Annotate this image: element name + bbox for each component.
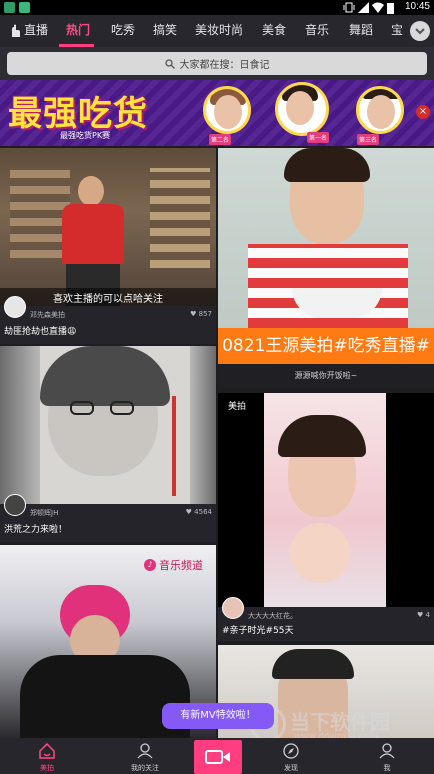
author-name[interactable]: 郑顿辉JH [30,508,58,518]
status-icons [343,1,394,14]
heart-icon: ♥ [185,508,195,516]
wifi-icon [372,2,384,13]
video-description: 劫匪抢劫也直播😩 [4,327,77,337]
music-channel-label: 音乐频道 [159,559,203,572]
status-bar: 10:45 [0,0,434,15]
banner-close-button[interactable]: × [416,105,430,119]
banner-subtitle: 最强吃货PK赛 [60,131,111,140]
search-placeholder: 大家都在搜：日食记 [179,60,270,71]
like-count: ♥ 4564 [186,508,212,516]
expand-categories-button[interactable] [410,21,430,41]
video-meta: 郑顿辉JH ♥ 4564 洪荒之力来啦！ [0,494,216,542]
author-name[interactable]: 邓先森美拍 [30,310,65,320]
chevron-down-icon [415,28,425,35]
close-icon: × [418,106,428,117]
meipai-watermark: 美拍 [228,402,247,412]
video-card[interactable]: 郑顿辉JH ♥ 4564 洪荒之力来啦！ [0,346,216,542]
signal-icon [358,2,369,13]
nav-discover[interactable]: 发现 [256,738,326,774]
video-meta: 邓先森美拍 ♥ 857 劫匪抢劫也直播😩 [0,296,216,344]
tab-live[interactable]: 直播 [24,15,48,47]
banner-avatar-3 [356,86,404,134]
video-card[interactable]: 美拍 大大大大红花。 ♥ 4 #亲子时光#55天 [218,393,434,641]
avatar[interactable] [4,494,26,516]
heart-icon: ♥ [417,611,426,619]
music-icon: ♪ [144,559,156,571]
video-overlay-text: 喜欢主播的可以点哈关注 [0,288,216,307]
like-count-value: 857 [198,310,212,318]
nav-me[interactable]: 我 [352,738,422,774]
battery-icon [387,2,394,14]
category-tabs: 直播 热门 吃秀 搞笑 美妆时尚 美食 音乐 舞蹈 宝 [0,15,434,47]
live-hand-icon [12,24,20,37]
search-icon [164,58,175,69]
banner-rank-2: 第二名 [209,134,232,145]
app-notification-icon-2 [19,2,30,13]
tab-dance[interactable]: 舞蹈 [349,15,373,47]
banner-title: 最强吃货 [8,94,148,134]
like-count: ♥ 857 [190,310,212,318]
music-channel-badge: ♪ 音乐频道 [140,557,207,573]
compass-icon [283,743,299,759]
video-card[interactable]: 0821王源美拍#吃秀直播# 源源喊你开饭啦~ [218,148,434,388]
author-name[interactable]: 大大大大红花。 [248,611,297,621]
banner-avatar-2 [203,86,251,134]
nav-label: 美拍 [40,764,54,772]
video-description: #亲子时光#55天 [222,626,294,636]
banner-avatar-1 [275,82,329,136]
nav-label: 发现 [284,764,298,772]
video-thumbnail: 美拍 [218,393,434,607]
promo-banner[interactable]: 最强吃货 最强吃货PK赛 第二名 第一名 第三名 × [0,80,434,146]
search-input[interactable]: 大家都在搜：日食记 [7,52,427,75]
banner-rank-1: 第一名 [307,132,330,143]
video-card[interactable]: 喜欢主播的可以点哈关注 邓先森美拍 ♥ 857 劫匪抢劫也直播😩 [0,148,216,344]
banner-rank-3: 第三名 [357,134,380,145]
like-count-value: 4 [425,611,430,619]
video-meta: 大大大大红花。 ♥ 4 #亲子时光#55天 [218,597,434,641]
profile-icon [379,743,395,759]
search-area: 大家都在搜：日食记 [0,47,434,80]
nav-following[interactable]: 我的关注 [110,738,180,774]
tab-baby[interactable]: 宝 [391,15,403,47]
app-notification-icon [4,2,15,13]
like-count-value: 4564 [194,508,212,516]
status-time: 10:45 [404,1,430,12]
nav-label: 我的关注 [131,764,159,772]
video-camera-icon [205,750,230,764]
tab-beauty-fashion[interactable]: 美妆时尚 [195,15,243,47]
tab-funny[interactable]: 搞笑 [153,15,177,47]
video-title-banner: 0821王源美拍#吃秀直播# [218,328,434,364]
avatar[interactable] [222,597,244,619]
like-count: ♥ 4 [417,611,430,619]
home-icon [39,743,55,759]
video-description: 源源喊你开饭啦~ [294,371,358,380]
heart-icon: ♥ [190,310,199,318]
nav-label: 我 [383,764,391,772]
video-thumbnail [0,346,216,504]
tab-music[interactable]: 音乐 [305,15,329,47]
tab-food[interactable]: 美食 [262,15,286,47]
video-thumbnail [0,148,216,306]
new-effect-toast[interactable]: 有新MV特效啦！ [162,703,274,729]
user-icon [137,743,153,759]
record-button[interactable] [194,740,242,774]
vibrate-icon [343,2,355,13]
avatar[interactable] [4,296,26,318]
tab-hot[interactable]: 热门 [66,15,90,47]
nav-meipai[interactable]: 美拍 [12,738,82,774]
video-description: 洪荒之力来啦！ [4,525,68,535]
tab-eating-show[interactable]: 吃秀 [111,15,135,47]
